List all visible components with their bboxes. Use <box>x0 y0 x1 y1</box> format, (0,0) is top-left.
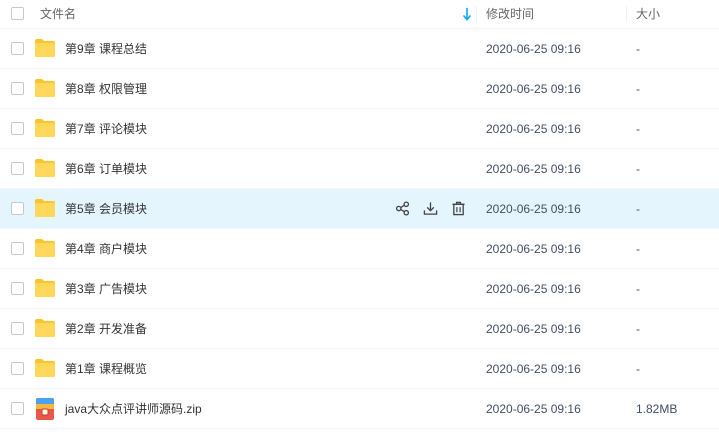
file-name[interactable]: 第7章 评论模块 <box>65 109 147 149</box>
file-modified-date: 2020-06-25 09:16 <box>486 202 581 216</box>
folder-icon <box>35 239 55 257</box>
folder-icon <box>35 199 55 217</box>
file-name[interactable]: 第2章 开发准备 <box>65 309 147 349</box>
column-header-name[interactable]: 文件名 <box>40 0 76 28</box>
file-size: 1.82MB <box>636 402 678 416</box>
row-actions <box>394 200 478 218</box>
file-size: - <box>636 162 640 176</box>
file-name[interactable]: 第1章 课程概览 <box>65 349 147 389</box>
zip-archive-icon <box>36 398 54 420</box>
file-name[interactable]: 第6章 订单模块 <box>65 149 147 189</box>
file-row[interactable]: 第8章 权限管理 2020-06-25 09:16 - <box>0 69 719 109</box>
file-row[interactable]: 第6章 订单模块 2020-06-25 09:16 - <box>0 149 719 189</box>
sort-arrow-down-icon[interactable] <box>462 7 472 21</box>
file-size: - <box>636 82 640 96</box>
file-list: 文件名 修改时间 大小 第9章 课程总结 2020-06-25 09:16 - … <box>0 0 719 438</box>
select-all-checkbox[interactable] <box>11 7 24 20</box>
row-checkbox[interactable] <box>11 122 24 135</box>
row-checkbox[interactable] <box>11 242 24 255</box>
delete-button[interactable] <box>450 200 466 216</box>
row-checkbox[interactable] <box>11 362 24 375</box>
folder-icon <box>35 39 55 57</box>
folder-icon <box>35 279 55 297</box>
column-header-modified[interactable]: 修改时间 <box>486 0 534 28</box>
column-divider[interactable] <box>476 6 477 22</box>
file-size: - <box>636 322 640 336</box>
column-divider[interactable] <box>626 6 627 22</box>
file-name[interactable]: java大众点评讲师源码.zip <box>65 389 202 429</box>
file-modified-date: 2020-06-25 09:16 <box>486 362 581 376</box>
file-modified-date: 2020-06-25 09:16 <box>486 402 581 416</box>
folder-icon <box>35 319 55 337</box>
file-modified-date: 2020-06-25 09:16 <box>486 122 581 136</box>
file-name[interactable]: 第9章 课程总结 <box>65 29 147 69</box>
trash-icon <box>451 201 465 215</box>
share-icon <box>395 200 409 216</box>
folder-icon <box>35 79 55 97</box>
row-checkbox[interactable] <box>11 82 24 95</box>
download-button[interactable] <box>422 200 438 216</box>
file-modified-date: 2020-06-25 09:16 <box>486 82 581 96</box>
row-checkbox[interactable] <box>11 322 24 335</box>
file-row[interactable]: 第4章 商户模块 2020-06-25 09:16 - <box>0 229 719 269</box>
column-header-size[interactable]: 大小 <box>636 0 660 28</box>
file-row[interactable]: 第1章 课程概览 2020-06-25 09:16 - <box>0 349 719 389</box>
file-size: - <box>636 122 640 136</box>
row-checkbox[interactable] <box>11 42 24 55</box>
file-size: - <box>636 202 640 216</box>
folder-icon <box>35 359 55 377</box>
folder-icon <box>35 159 55 177</box>
file-row[interactable]: 第3章 广告模块 2020-06-25 09:16 - <box>0 269 719 309</box>
file-size: - <box>636 362 640 376</box>
file-modified-date: 2020-06-25 09:16 <box>486 162 581 176</box>
file-modified-date: 2020-06-25 09:16 <box>486 322 581 336</box>
file-row[interactable]: 第7章 评论模块 2020-06-25 09:16 - <box>0 109 719 149</box>
file-row[interactable]: 第9章 课程总结 2020-06-25 09:16 - <box>0 29 719 69</box>
share-button[interactable] <box>394 200 410 216</box>
folder-icon <box>35 119 55 137</box>
row-checkbox[interactable] <box>11 162 24 175</box>
file-row-hovered[interactable]: 第5章 会员模块 2020-06-25 09:16 - <box>0 189 719 229</box>
file-size: - <box>636 42 640 56</box>
file-name[interactable]: 第8章 权限管理 <box>65 69 147 109</box>
file-modified-date: 2020-06-25 09:16 <box>486 282 581 296</box>
file-row[interactable]: 第2章 开发准备 2020-06-25 09:16 - <box>0 309 719 349</box>
file-name[interactable]: 第5章 会员模块 <box>65 189 147 229</box>
file-size: - <box>636 242 640 256</box>
row-checkbox[interactable] <box>11 202 24 215</box>
file-list-header: 文件名 修改时间 大小 <box>0 0 719 29</box>
row-checkbox[interactable] <box>11 282 24 295</box>
file-modified-date: 2020-06-25 09:16 <box>486 242 581 256</box>
file-name[interactable]: 第4章 商户模块 <box>65 229 147 269</box>
file-name[interactable]: 第3章 广告模块 <box>65 269 147 309</box>
file-row[interactable]: java大众点评讲师源码.zip 2020-06-25 09:16 1.82MB <box>0 389 719 429</box>
row-checkbox[interactable] <box>11 402 24 415</box>
download-icon <box>423 201 437 215</box>
file-modified-date: 2020-06-25 09:16 <box>486 42 581 56</box>
file-size: - <box>636 282 640 296</box>
